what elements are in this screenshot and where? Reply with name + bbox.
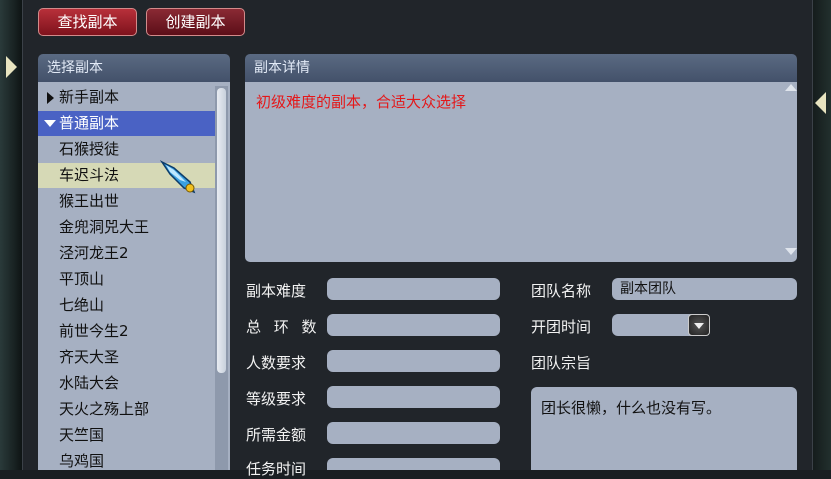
- list-item[interactable]: 泾河龙王2: [38, 241, 216, 266]
- time-field: [327, 458, 500, 470]
- right-edge-decoration: [811, 0, 831, 470]
- difficulty-label: 副本难度: [246, 282, 307, 300]
- detail-box: 初级难度的副本，合适大众选择: [245, 82, 797, 262]
- list-item[interactable]: 平顶山: [38, 267, 216, 292]
- expanded-arrow-icon: [44, 120, 56, 127]
- list-item[interactable]: 金兜洞兕大王: [38, 215, 216, 240]
- magic-wand-cursor-icon: [160, 160, 196, 194]
- level-field: [327, 386, 500, 408]
- find-dungeon-tab[interactable]: 查找副本: [38, 8, 137, 36]
- open-time-dropdown-button[interactable]: [688, 314, 710, 336]
- dungeon-list-title: 选择副本: [38, 54, 230, 82]
- left-edge-decoration: [0, 0, 22, 470]
- category-label: 新手副本: [59, 88, 120, 106]
- list-item[interactable]: 齐天大圣: [38, 345, 216, 370]
- list-item[interactable]: 前世今生2: [38, 319, 216, 344]
- level-label: 等级要求: [246, 390, 307, 408]
- category-normal[interactable]: 普通副本: [38, 111, 216, 136]
- list-item[interactable]: 乌鸡国: [38, 449, 216, 474]
- team-name-input[interactable]: 副本团队: [612, 278, 797, 300]
- detail-description: 初级难度的副本，合适大众选择: [256, 93, 467, 111]
- list-item[interactable]: 水陆大会: [38, 371, 216, 396]
- list-scrollbar-thumb[interactable]: [217, 88, 226, 373]
- category-label: 普通副本: [59, 114, 120, 132]
- category-newbie[interactable]: 新手副本: [38, 85, 216, 110]
- difficulty-field: [327, 278, 500, 300]
- list-item[interactable]: 七绝山: [38, 293, 216, 318]
- team-name-label: 团队名称: [531, 282, 592, 300]
- scroll-up-icon[interactable]: [785, 84, 797, 91]
- detail-title: 副本详情: [245, 54, 797, 82]
- left-arrow-icon: [6, 56, 17, 78]
- people-field: [327, 350, 500, 372]
- people-label: 人数要求: [246, 354, 307, 372]
- rings-label: 总 环 数: [246, 318, 321, 336]
- right-arrow-icon: [815, 92, 826, 114]
- create-dungeon-tab[interactable]: 创建副本: [146, 8, 245, 36]
- money-label: 所需金额: [246, 426, 307, 444]
- time-label: 任务时间: [246, 460, 307, 478]
- collapsed-arrow-icon: [47, 92, 54, 104]
- motto-textarea[interactable]: 团长很懒，什么也没有写。: [531, 387, 797, 470]
- open-time-label: 开团时间: [531, 318, 592, 336]
- rings-field: [327, 314, 500, 336]
- motto-label: 团队宗旨: [531, 354, 592, 372]
- money-field: [327, 422, 500, 444]
- scroll-down-icon[interactable]: [785, 248, 797, 255]
- list-item[interactable]: 天竺国: [38, 423, 216, 448]
- chevron-down-icon: [694, 323, 704, 329]
- dungeon-list: 新手副本 普通副本 石猴授徒 车迟斗法 猴王出世 金兜洞兕大王 泾河龙王2 平顶…: [38, 82, 230, 470]
- list-item[interactable]: 天火之殇上部: [38, 397, 216, 422]
- motto-text: 团长很懒，什么也没有写。: [541, 399, 722, 417]
